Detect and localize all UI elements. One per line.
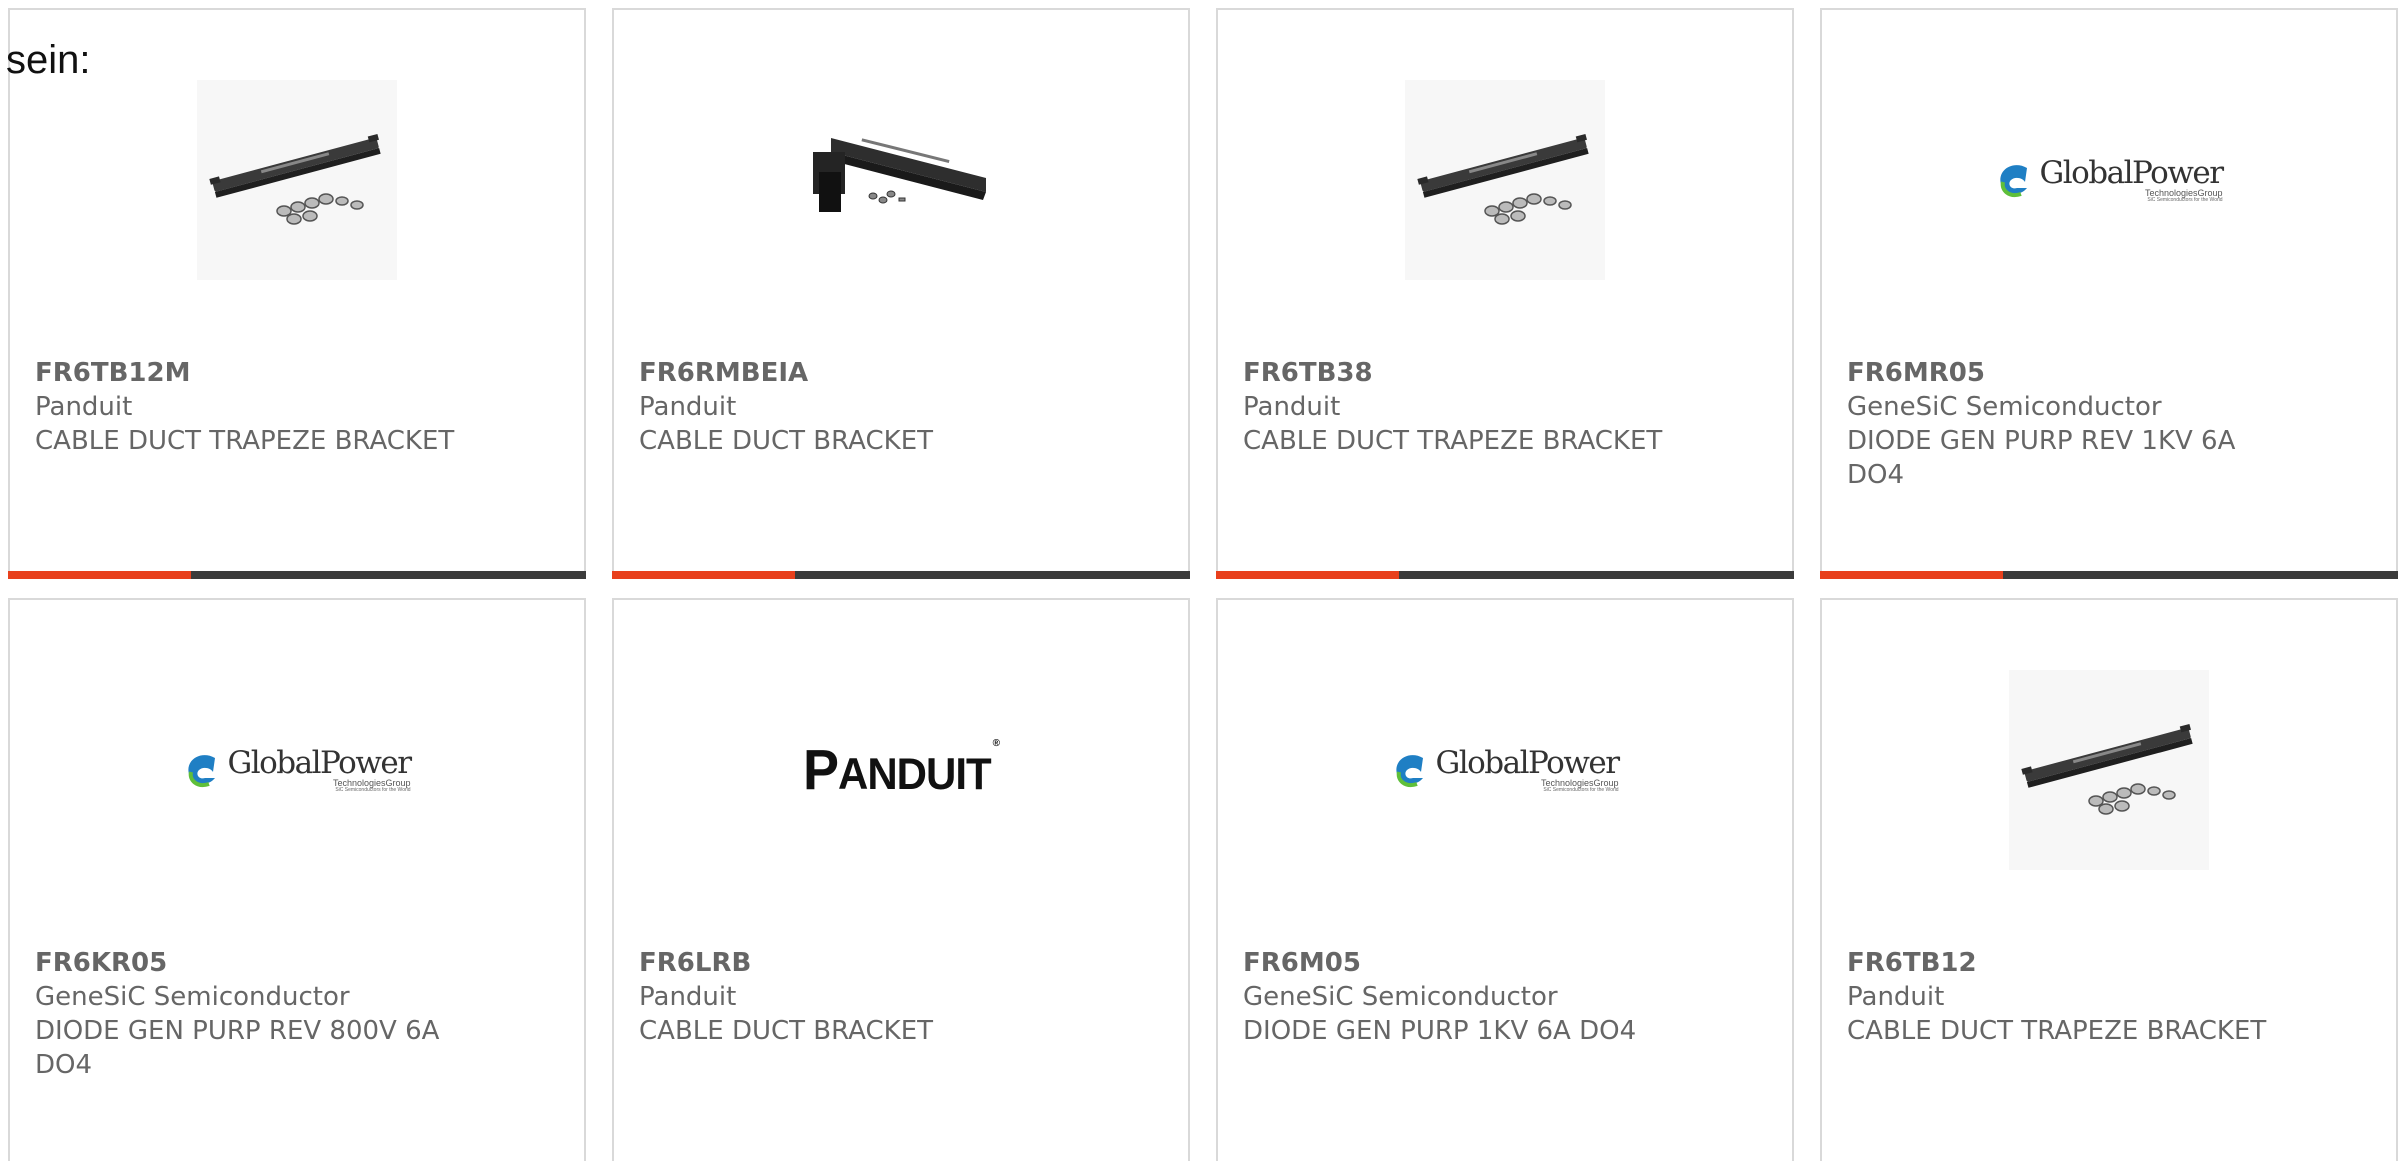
description: CABLE DUCT TRAPEZE BRACKET [1847, 1016, 2267, 1046]
globalpower-logo: GlobalPower TechnologiesGroup SiC Semico… [183, 747, 412, 793]
product-image[interactable] [10, 40, 584, 320]
card-bar [1820, 571, 2398, 579]
product-image[interactable] [1822, 630, 2396, 910]
product-card[interactable]: P ANDUIT ® FR6LRB Panduit CABLE DUCT BRACK… [612, 598, 1190, 1161]
part-number[interactable]: FR6KR05 [35, 946, 465, 980]
globalpower-swirl-icon [2000, 165, 2028, 197]
description: CABLE DUCT TRAPEZE BRACKET [1243, 426, 1663, 456]
card-bar-accent [8, 571, 191, 579]
product-image[interactable]: P ANDUIT ® [614, 630, 1188, 910]
card-bar [8, 571, 586, 579]
trapeze-bracket-photo [1405, 80, 1605, 280]
product-image[interactable] [1218, 40, 1792, 320]
manufacturer: Panduit [639, 392, 737, 422]
trapeze-bracket-photo [197, 80, 397, 280]
globalpower-logo: GlobalPower TechnologiesGroup SiC Semico… [1391, 747, 1620, 793]
product-image[interactable]: GlobalPower TechnologiesGroup SiC Semico… [1218, 630, 1792, 910]
product-image[interactable] [614, 40, 1188, 320]
part-number[interactable]: FR6MR05 [1847, 356, 2277, 390]
part-number[interactable]: FR6TB12 [1847, 946, 2277, 980]
product-card[interactable]: GlobalPower TechnologiesGroup SiC Semico… [8, 598, 586, 1161]
manufacturer: Panduit [639, 982, 737, 1012]
manufacturer: Panduit [1243, 392, 1341, 422]
product-image[interactable]: GlobalPower TechnologiesGroup SiC Semico… [1822, 40, 2396, 320]
intro-text: sein: [6, 38, 91, 82]
card-bar-accent [1216, 571, 1399, 579]
part-number[interactable]: FR6TB12M [35, 356, 465, 390]
card-bar [612, 571, 1190, 579]
part-number[interactable]: FR6M05 [1243, 946, 1673, 980]
cable-duct-bracket-photo [801, 118, 1001, 242]
product-image[interactable]: GlobalPower TechnologiesGroup SiC Semico… [10, 630, 584, 910]
description: DIODE GEN PURP REV 1KV 6A DO4 [1847, 426, 2236, 490]
manufacturer: GeneSiC Semiconductor [1243, 982, 1558, 1012]
description: CABLE DUCT BRACKET [639, 1016, 933, 1046]
trapeze-bracket-photo [2009, 670, 2209, 870]
part-number[interactable]: FR6LRB [639, 946, 1069, 980]
manufacturer: GeneSiC Semiconductor [1847, 392, 2162, 422]
manufacturer: Panduit [1847, 982, 1945, 1012]
product-card[interactable]: FR6RMBEIA Panduit CABLE DUCT BRACKET [612, 8, 1190, 579]
part-number[interactable]: FR6RMBEIA [639, 356, 1069, 390]
card-bar-accent [612, 571, 795, 579]
globalpower-logo: GlobalPower TechnologiesGroup SiC Semico… [1995, 157, 2224, 203]
part-number[interactable]: FR6TB38 [1243, 356, 1673, 390]
description: CABLE DUCT BRACKET [639, 426, 933, 456]
manufacturer: GeneSiC Semiconductor [35, 982, 350, 1012]
product-card[interactable]: GlobalPower TechnologiesGroup SiC Semico… [1216, 598, 1794, 1161]
globalpower-swirl-icon [1396, 755, 1424, 787]
product-card[interactable]: FR6TB38 Panduit CABLE DUCT TRAPEZE BRACK… [1216, 8, 1794, 579]
product-card[interactable]: FR6TB12 Panduit CABLE DUCT TRAPEZE BRACK… [1820, 598, 2398, 1161]
product-card[interactable]: GlobalPower TechnologiesGroup SiC Semico… [1820, 8, 2398, 579]
card-bar [1216, 571, 1794, 579]
product-card[interactable]: FR6TB12M Panduit CABLE DUCT TRAPEZE BRAC… [8, 8, 586, 579]
description: DIODE GEN PURP REV 800V 6A DO4 [35, 1016, 440, 1080]
card-bar-accent [1820, 571, 2003, 579]
panduit-logo: P ANDUIT ® [802, 737, 1000, 802]
globalpower-swirl-icon [188, 755, 216, 787]
description: DIODE GEN PURP 1KV 6A DO4 [1243, 1016, 1637, 1046]
description: CABLE DUCT TRAPEZE BRACKET [35, 426, 455, 456]
manufacturer: Panduit [35, 392, 133, 422]
